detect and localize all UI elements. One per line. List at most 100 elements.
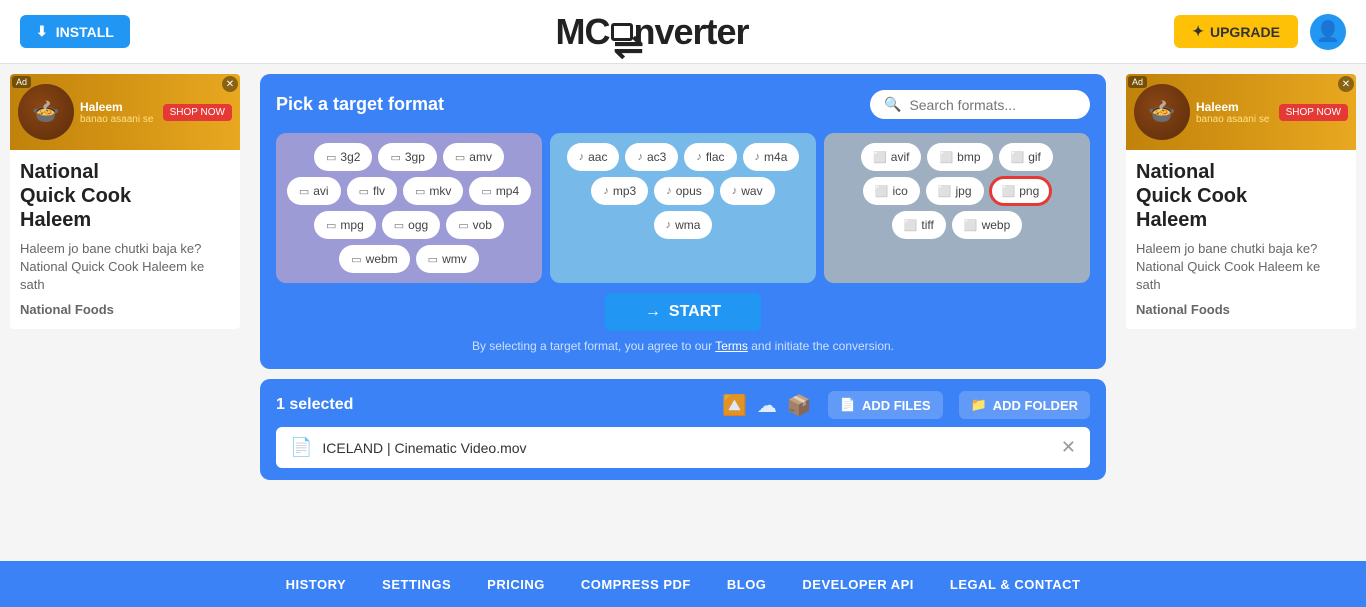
search-box: 🔍 xyxy=(870,90,1090,119)
footer-history[interactable]: HISTORY xyxy=(286,577,347,592)
video-icon-ogg: ▭ xyxy=(394,219,404,232)
haleem-sub-right: banao asaani se xyxy=(1196,114,1279,125)
format-webm[interactable]: ▭webm xyxy=(339,245,409,273)
audio-icon-mp3: ♪ xyxy=(603,185,609,197)
format-mpg[interactable]: ▭mpg xyxy=(314,211,376,239)
install-button[interactable]: ⬇ INSTALL xyxy=(20,15,130,48)
right-ad: Ad ✕ 🍲 Haleem banao asaani se SHOP NOW N… xyxy=(1126,74,1356,329)
haleem-brand-right: Haleem xyxy=(1196,100,1279,114)
video-icon-3gp: ▭ xyxy=(390,151,400,164)
format-avi[interactable]: ▭avi xyxy=(287,177,341,205)
footer: HISTORY SETTINGS PRICING COMPRESS PDF BL… xyxy=(0,561,1366,607)
format-wma[interactable]: ♪wma xyxy=(654,211,713,239)
format-ac3[interactable]: ♪ac3 xyxy=(625,143,678,171)
footer-compress-pdf[interactable]: COMPRESS PDF xyxy=(581,577,691,592)
upgrade-button[interactable]: ✦ UPGRADE xyxy=(1174,15,1298,48)
add-files-button[interactable]: 📄 ADD FILES xyxy=(828,391,943,419)
format-sections: ▭3g2 ▭3gp ▭amv ▭avi ▭flv ▭mkv ▭mp4 ▭mpg … xyxy=(276,133,1090,283)
image-icon-gif: ⬜ xyxy=(1011,151,1025,164)
haleem-text-left: Haleem banao asaani se xyxy=(74,100,163,125)
dropbox-icon[interactable]: 📦 xyxy=(787,393,812,418)
image-icon-tiff: ⬜ xyxy=(904,219,918,232)
video-icon-amv: ▭ xyxy=(455,151,465,164)
search-input[interactable] xyxy=(909,97,1076,113)
left-ad-desc: Haleem jo bane chutki baja ke? National … xyxy=(20,240,230,295)
format-avif[interactable]: ⬜avif xyxy=(861,143,921,171)
cloud-upload-icon[interactable]: ☁ xyxy=(757,393,777,418)
image-format-grid: ⬜avif ⬜bmp ⬜gif ⬜ico ⬜jpg ⬜png ⬜tiff ⬜we… xyxy=(834,143,1080,239)
file-item: 📄 ICELAND | Cinematic Video.mov ✕ xyxy=(276,427,1090,468)
terms-text: By selecting a target format, you agree … xyxy=(472,339,894,353)
right-ad-banner: Ad ✕ 🍲 Haleem banao asaani se SHOP NOW xyxy=(1126,74,1356,150)
format-flac[interactable]: ♪flac xyxy=(684,143,736,171)
start-button[interactable]: → START xyxy=(605,293,761,331)
format-3gp[interactable]: ▭3gp xyxy=(378,143,436,171)
format-tiff[interactable]: ⬜tiff xyxy=(892,211,946,239)
format-mp4[interactable]: ▭mp4 xyxy=(469,177,531,205)
left-ad-banner: Ad ✕ 🍲 Haleem banao asaani se SHOP NOW xyxy=(10,74,240,150)
right-ad-content: NationalQuick CookHaleem Haleem jo bane … xyxy=(1126,150,1356,329)
format-wav[interactable]: ♪wav xyxy=(720,177,775,205)
add-folder-button[interactable]: 📁 ADD FOLDER xyxy=(959,391,1090,419)
audio-icon-wma: ♪ xyxy=(666,219,672,231)
format-aac[interactable]: ♪aac xyxy=(567,143,620,171)
format-webp[interactable]: ⬜webp xyxy=(952,211,1022,239)
format-bmp[interactable]: ⬜bmp xyxy=(927,143,992,171)
image-icon-webp: ⬜ xyxy=(964,219,978,232)
video-icon-wmv: ▭ xyxy=(428,253,438,266)
format-amv[interactable]: ▭amv xyxy=(443,143,504,171)
format-jpg[interactable]: ⬜jpg xyxy=(926,177,984,205)
format-vob[interactable]: ▭vob xyxy=(446,211,504,239)
audio-icon-wav: ♪ xyxy=(732,185,738,197)
footer-developer-api[interactable]: DEVELOPER API xyxy=(802,577,913,592)
image-section: ⬜avif ⬜bmp ⬜gif ⬜ico ⬜jpg ⬜png ⬜tiff ⬜we… xyxy=(824,133,1090,283)
format-wmv[interactable]: ▭wmv xyxy=(416,245,479,273)
haleem-shop-btn-left[interactable]: SHOP NOW xyxy=(163,104,232,121)
search-icon: 🔍 xyxy=(884,96,901,113)
cloud-icons: 🔼 ☁ 📦 xyxy=(722,393,812,418)
footer-blog[interactable]: BLOG xyxy=(727,577,767,592)
terms-suffix: and initiate the conversion. xyxy=(751,339,894,353)
file-name: ICELAND | Cinematic Video.mov xyxy=(322,440,1050,456)
footer-settings[interactable]: SETTINGS xyxy=(382,577,451,592)
format-gif[interactable]: ⬜gif xyxy=(999,143,1053,171)
logo-nverter: nverter xyxy=(634,11,749,52)
terms-link[interactable]: Terms xyxy=(715,339,748,353)
terms-prefix: By selecting a target format, you agree … xyxy=(472,339,712,353)
upgrade-label: UPGRADE xyxy=(1210,24,1280,40)
file-remove-button[interactable]: ✕ xyxy=(1061,437,1076,458)
left-ad-close[interactable]: ✕ xyxy=(222,76,238,92)
footer-legal-contact[interactable]: LEGAL & CONTACT xyxy=(950,577,1081,592)
format-mkv[interactable]: ▭mkv xyxy=(403,177,463,205)
format-png[interactable]: ⬜png xyxy=(990,177,1052,205)
video-icon-mp4: ▭ xyxy=(481,185,491,198)
format-picker-header: Pick a target format 🔍 xyxy=(276,90,1090,119)
format-picker: Pick a target format 🔍 ▭3g2 ▭3gp ▭amv ▭a… xyxy=(260,74,1106,369)
right-ad-close[interactable]: ✕ xyxy=(1338,76,1354,92)
logo: MC⇌nverter xyxy=(556,11,749,53)
format-ico[interactable]: ⬜ico xyxy=(863,177,920,205)
selected-count: 1 selected xyxy=(276,396,706,414)
start-label: START xyxy=(669,303,721,321)
format-mp3[interactable]: ♪mp3 xyxy=(591,177,648,205)
format-flv[interactable]: ▭flv xyxy=(347,177,397,205)
left-ad: Ad ✕ 🍲 Haleem banao asaani se SHOP NOW N… xyxy=(10,74,240,329)
upgrade-icon: ✦ xyxy=(1192,23,1204,40)
main-layout: Ad ✕ 🍲 Haleem banao asaani se SHOP NOW N… xyxy=(0,64,1366,561)
format-opus[interactable]: ♪opus xyxy=(654,177,714,205)
haleem-text-right: Haleem banao asaani se xyxy=(1190,100,1279,125)
google-drive-icon[interactable]: 🔼 xyxy=(722,393,747,418)
format-ogg[interactable]: ▭ogg xyxy=(382,211,440,239)
user-icon: 👤 xyxy=(1316,19,1341,44)
image-icon-jpg: ⬜ xyxy=(938,185,952,198)
image-icon-ico: ⬜ xyxy=(875,185,889,198)
video-icon-vob: ▭ xyxy=(458,219,468,232)
user-avatar[interactable]: 👤 xyxy=(1310,14,1346,50)
haleem-brand-left: Haleem xyxy=(80,100,163,114)
haleem-bowl-left: 🍲 xyxy=(18,84,74,140)
right-ad-badge: Ad xyxy=(1128,76,1147,88)
format-m4a[interactable]: ♪m4a xyxy=(743,143,800,171)
footer-pricing[interactable]: PRICING xyxy=(487,577,545,592)
haleem-shop-btn-right[interactable]: SHOP NOW xyxy=(1279,104,1348,121)
format-3g2[interactable]: ▭3g2 xyxy=(314,143,372,171)
